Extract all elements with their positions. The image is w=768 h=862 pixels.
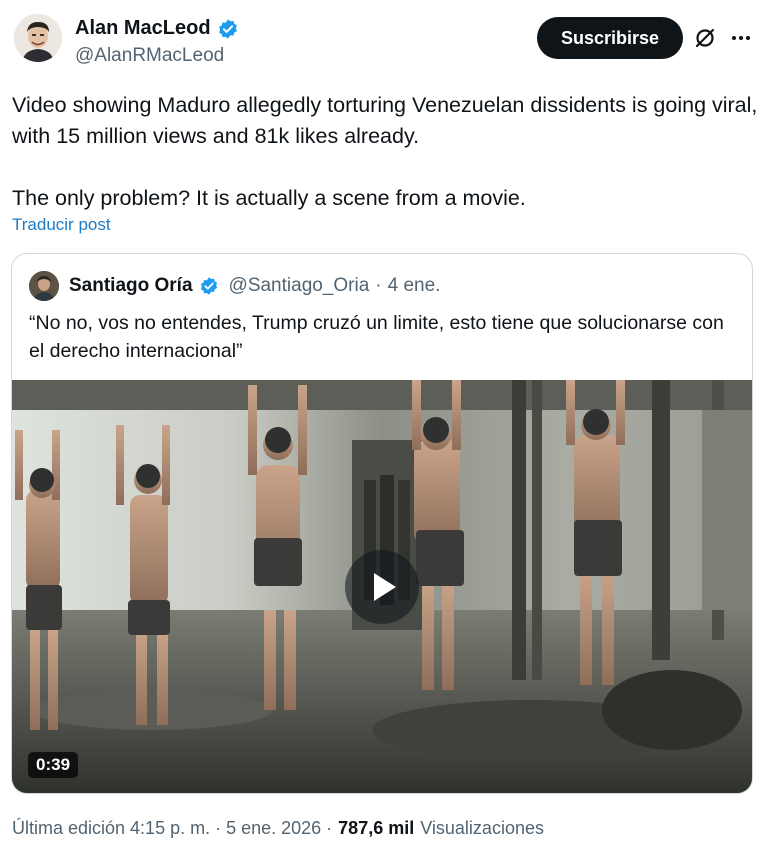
post-paragraph-1: Video showing Maduro allegedly torturing… [12, 93, 758, 148]
quoted-author-name: Santiago Oría [69, 275, 193, 296]
verified-badge-icon [199, 276, 219, 296]
quoted-post-date: 4 ene. [387, 275, 441, 296]
author-display-name[interactable]: Alan MacLeod [75, 17, 211, 40]
quoted-post-card[interactable]: Santiago Oría @Santiago_Oria · 4 ene. “N… [11, 253, 753, 794]
play-icon [374, 573, 396, 601]
quoted-post-text: “No no, vos no entendes, Trump cruzó un … [29, 312, 724, 362]
subscribe-button[interactable]: Suscribirse [537, 17, 683, 59]
post-text: Video showing Maduro allegedly torturing… [12, 90, 760, 214]
play-button[interactable] [345, 550, 419, 624]
more-horizontal-icon[interactable] [729, 26, 753, 50]
quoted-post-header: Santiago Oría @Santiago_Oria · 4 ene. [29, 271, 440, 301]
video-player[interactable]: 0:39 [12, 380, 752, 793]
post-header: Alan MacLeod @AlanRMacLeod Suscribirse [0, 0, 768, 80]
quoted-author-avatar [29, 271, 59, 301]
author-handle[interactable]: @AlanRMacLeod [75, 45, 224, 67]
last-edited-timestamp[interactable]: Última edición 4:15 p. m. · 5 ene. 2026 … [12, 818, 332, 839]
translate-post-link[interactable]: Traducir post [12, 215, 111, 235]
views-count: 787,6 mil [338, 818, 415, 838]
separator-dot: · [375, 275, 382, 296]
quoted-author-handle: @Santiago_Oria [228, 275, 370, 296]
post-paragraph-2: The only problem? It is actually a scene… [12, 186, 526, 210]
views-label: Visualizaciones [420, 818, 544, 838]
author-name-row[interactable]: Alan MacLeod [75, 17, 239, 40]
verified-badge-icon [217, 18, 239, 40]
author-avatar[interactable] [14, 14, 62, 62]
grok-slash-circle-icon[interactable] [693, 26, 717, 50]
video-duration-badge: 0:39 [28, 752, 79, 778]
post-metadata: Última edición 4:15 p. m. · 5 ene. 2026 … [12, 818, 544, 839]
